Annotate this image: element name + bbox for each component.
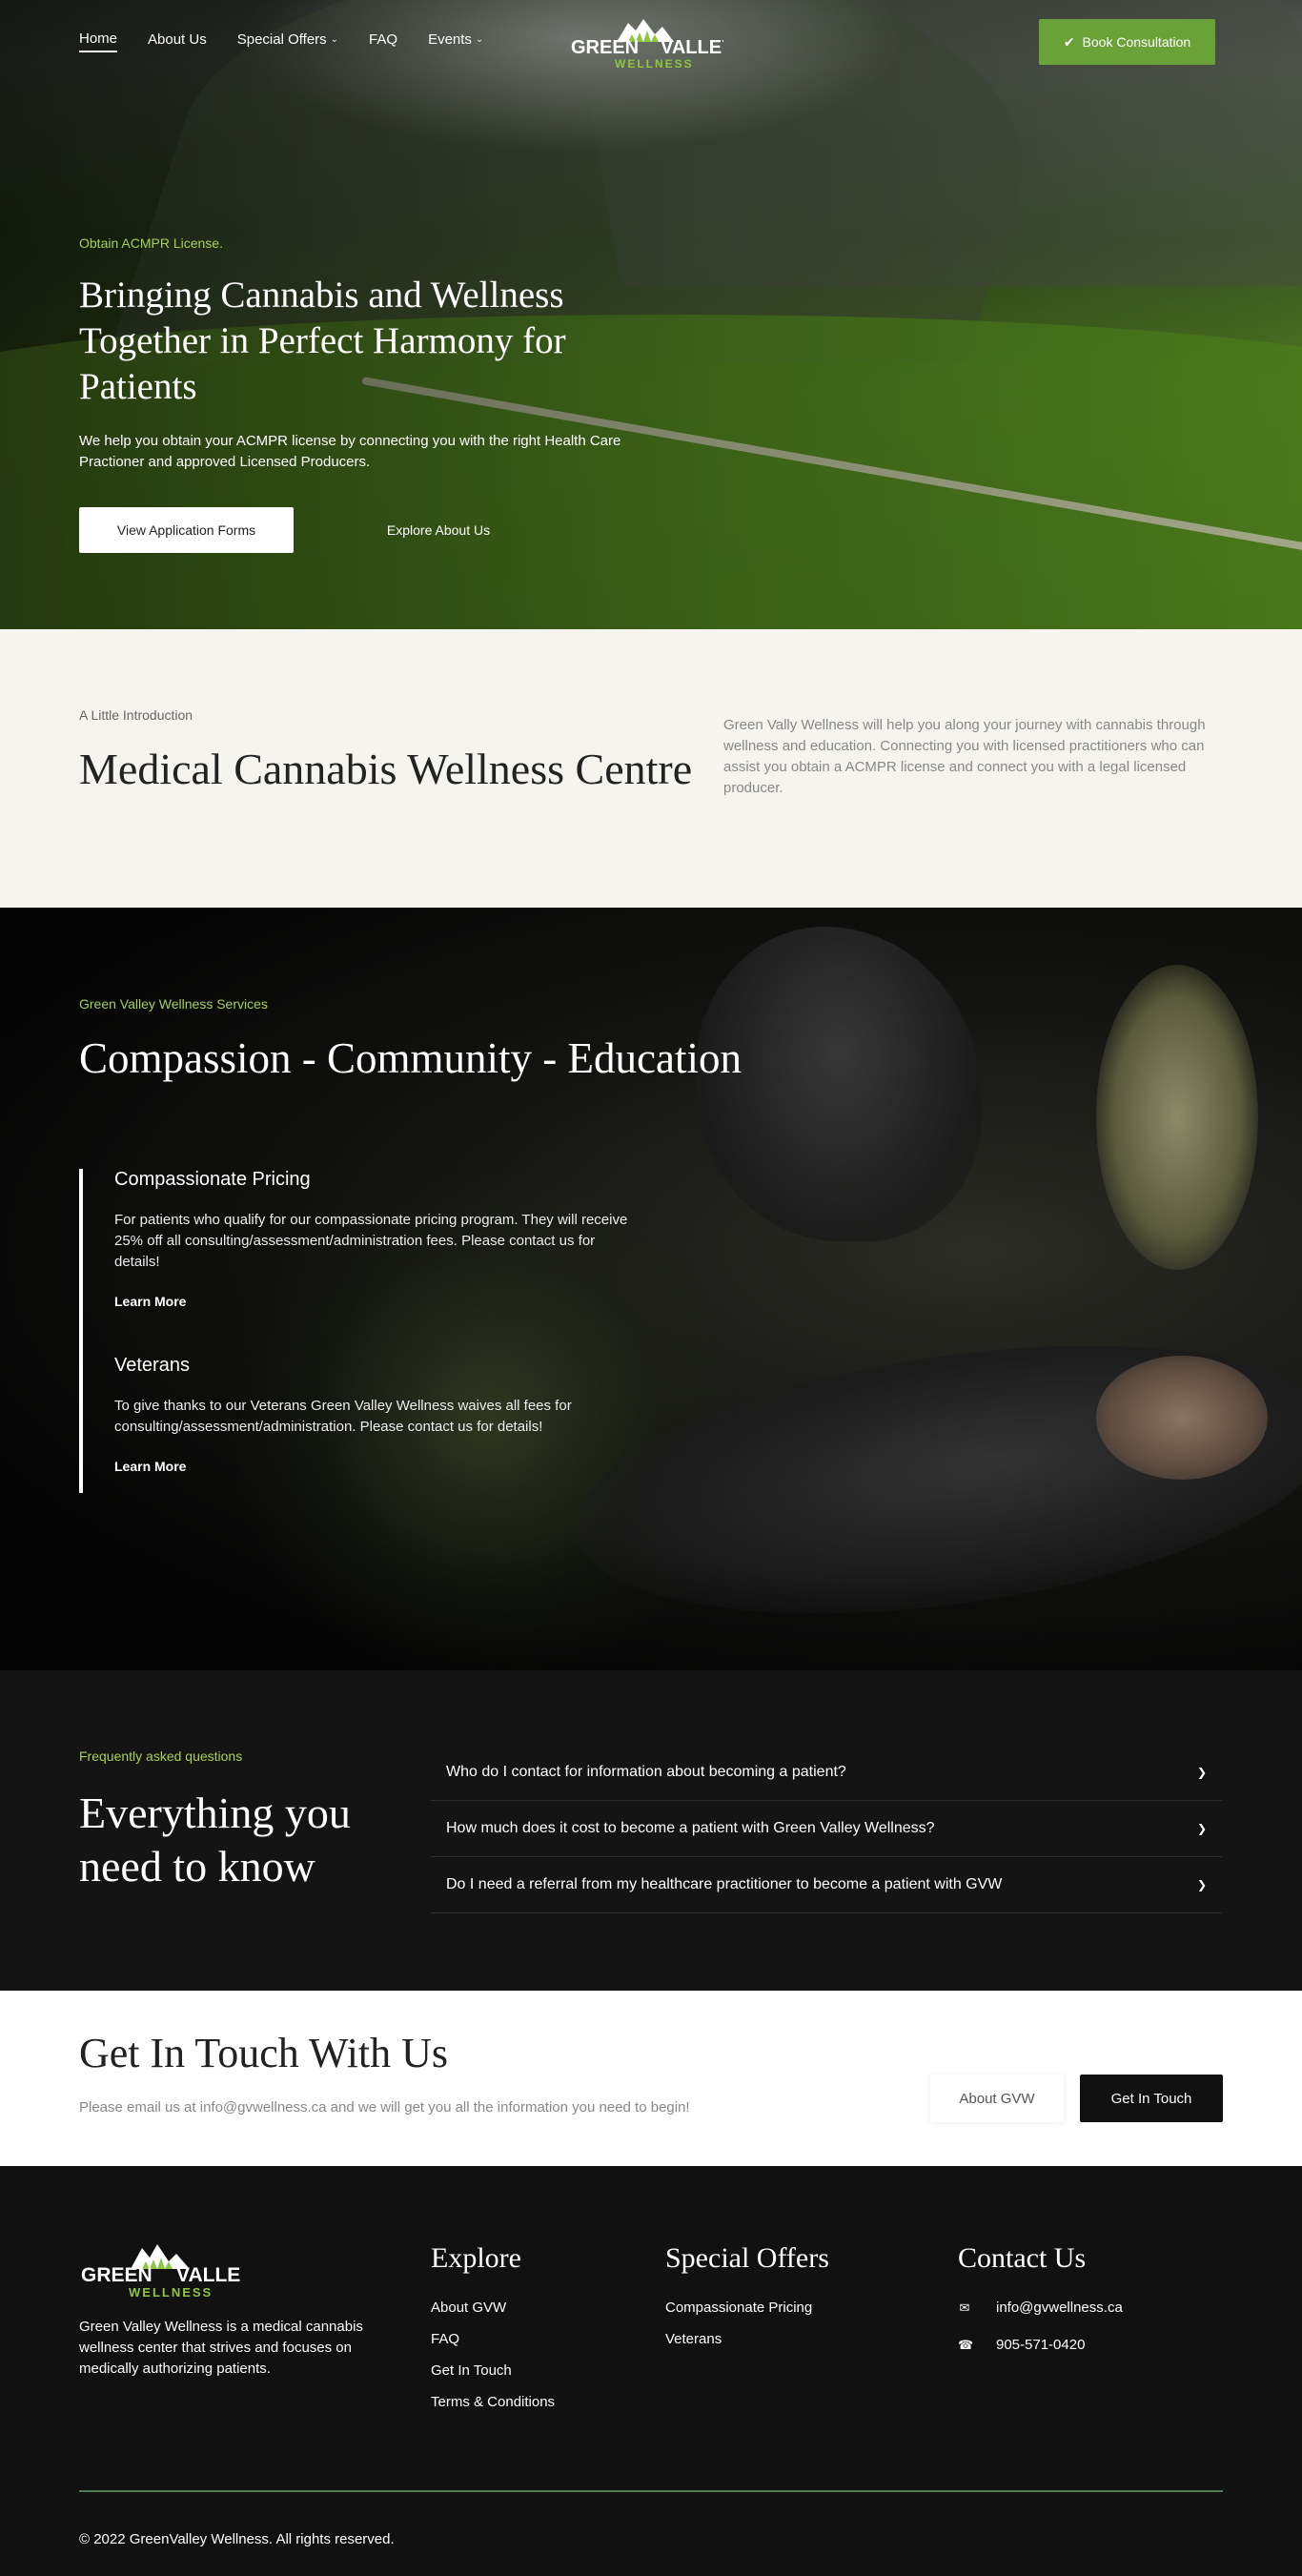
footer-logo[interactable]: GREEN VALLEY WELLNESS [79, 2239, 241, 2300]
phone-icon: ☎ [958, 2337, 974, 2352]
footer-contact-column: Contact Us ✉ info@gvwellness.ca ☎ 905-57… [958, 2242, 1123, 2374]
view-application-forms-button[interactable]: View Application Forms [79, 507, 294, 553]
footer: GREEN VALLEY WELLNESS Green Valley Welln… [0, 2166, 1302, 2576]
footer-offers-heading: Special Offers [665, 2242, 829, 2274]
envelope-icon: ✉ [959, 2300, 970, 2315]
site-logo[interactable]: GREEN VALLEY WELLNESS [569, 13, 723, 71]
logo-subtext: WELLNESS [129, 2285, 213, 2300]
footer-explore-heading: Explore [431, 2242, 521, 2274]
learn-more-link[interactable]: Learn More [114, 1459, 186, 1474]
footer-phone-text: 905-571-0420 [996, 2337, 1086, 2353]
footer-link-compassionate-pricing[interactable]: Compassionate Pricing [665, 2300, 829, 2316]
hero-section: Home About Us Special Offers ⌄ FAQ Events… [0, 0, 1302, 629]
faq-question-text: Do I need a referral from my healthcare … [446, 1876, 1003, 1892]
nav-item-faq[interactable]: FAQ [369, 31, 397, 52]
footer-divider [79, 2490, 1223, 2492]
hero-subtitle: We help you obtain your ACMPR license by… [79, 433, 621, 470]
footer-phone-link[interactable]: ☎ 905-571-0420 [958, 2337, 1123, 2353]
book-consultation-button[interactable]: ✔ Book Consultation [1039, 19, 1215, 65]
faq-question[interactable]: How much does it cost to become a patien… [431, 1801, 1222, 1857]
chevron-down-icon: ❯ [1196, 1766, 1207, 1779]
contact-title: Get In Touch With Us [79, 2030, 449, 2076]
nav-item-special-offers[interactable]: Special Offers ⌄ [237, 31, 338, 52]
logo-subtext: WELLNESS [615, 57, 694, 71]
footer-link-terms[interactable]: Terms & Conditions [431, 2394, 555, 2410]
services-list: Compassionate Pricing For patients who q… [79, 1169, 632, 1493]
footer-description: Green Valley Wellness is a medical canna… [79, 2319, 363, 2377]
footer-offers-column: Special Offers Compassionate Pricing Vet… [665, 2242, 829, 2362]
hero-title: Bringing Cannabis and Wellness Together … [79, 275, 566, 407]
service-title: Compassionate Pricing [114, 1169, 311, 1190]
footer-link-veterans[interactable]: Veterans [665, 2331, 829, 2347]
faq-section: Frequently asked questions Everything yo… [0, 1670, 1302, 1991]
logo-text-right: VALLEY [661, 37, 723, 58]
footer-link-about-gvw[interactable]: About GVW [431, 2300, 555, 2316]
faq-question-text: How much does it cost to become a patien… [446, 1820, 935, 1836]
explore-about-us-button[interactable]: Explore About Us [353, 507, 524, 553]
intro-text: Green Vally Wellness will help you along… [723, 717, 1206, 796]
about-gvw-button[interactable]: About GVW [930, 2075, 1064, 2122]
intro-eyebrow: A Little Introduction [79, 707, 193, 723]
footer-link-get-in-touch[interactable]: Get In Touch [431, 2362, 555, 2379]
service-item: Veterans To give thanks to our Veterans … [114, 1355, 632, 1476]
footer-copyright: © 2022 GreenValley Wellness. All rights … [79, 2531, 395, 2547]
faq-question[interactable]: Do I need a referral from my healthcare … [431, 1857, 1222, 1913]
nav-item-about-us[interactable]: About Us [148, 31, 207, 52]
learn-more-link[interactable]: Learn More [114, 1294, 186, 1309]
book-consultation-label: Book Consultation [1082, 34, 1191, 50]
service-text: To give thanks to our Veterans Green Val… [114, 1398, 572, 1435]
logo-text-right: VALLEY [176, 2264, 241, 2286]
chevron-down-icon: ❯ [1196, 1878, 1207, 1891]
get-in-touch-button[interactable]: Get In Touch [1080, 2075, 1223, 2122]
faq-list: Who do I contact for information about b… [431, 1745, 1222, 1913]
intro-title: Medical Cannabis Wellness Centre [79, 745, 693, 793]
services-eyebrow: Green Valley Wellness Services [79, 996, 268, 1012]
footer-email-text: info@gvwellness.ca [996, 2300, 1123, 2316]
service-item: Compassionate Pricing For patients who q… [114, 1169, 632, 1311]
footer-contact-heading: Contact Us [958, 2242, 1087, 2274]
service-text: For patients who qualify for our compass… [114, 1212, 628, 1270]
logo-text-left: GREEN [81, 2264, 153, 2286]
faq-eyebrow: Frequently asked questions [79, 1748, 243, 1764]
nav-item-events[interactable]: Events ⌄ [428, 31, 483, 52]
hero-eyebrow: Obtain ACMPR License. [79, 235, 223, 251]
logo-text-left: GREEN [571, 37, 639, 58]
services-background-plant [1096, 965, 1258, 1270]
service-title: Veterans [114, 1355, 190, 1376]
nav-item-home[interactable]: Home [79, 31, 118, 52]
services-section: Green Valley Wellness Services Compassio… [0, 908, 1302, 1670]
faq-question-text: Who do I contact for information about b… [446, 1764, 846, 1780]
intro-section: A Little Introduction Medical Cannabis W… [0, 629, 1302, 908]
chevron-down-icon: ❯ [1196, 1822, 1207, 1835]
chevron-down-icon: ⌄ [330, 34, 339, 45]
faq-title: Everything you need to know [79, 1789, 351, 1891]
services-background-arm [1096, 1356, 1268, 1480]
faq-question[interactable]: Who do I contact for information about b… [431, 1745, 1222, 1801]
check-icon: ✔ [1063, 33, 1075, 50]
contact-text: Please email us at info@gvwellness.ca an… [79, 2099, 690, 2116]
main-nav: Home About Us Special Offers ⌄ FAQ Events… [79, 31, 483, 52]
footer-email-link[interactable]: ✉ info@gvwellness.ca [958, 2300, 1123, 2316]
footer-explore-column: Explore About GVW FAQ Get In Touch Terms… [431, 2242, 555, 2425]
footer-link-faq[interactable]: FAQ [431, 2331, 555, 2347]
chevron-down-icon: ⌄ [475, 34, 484, 45]
services-title: Compassion - Community - Education [79, 1034, 742, 1082]
services-background-glove [696, 927, 982, 1241]
contact-section: Get In Touch With Us Please email us at … [0, 1991, 1302, 2166]
